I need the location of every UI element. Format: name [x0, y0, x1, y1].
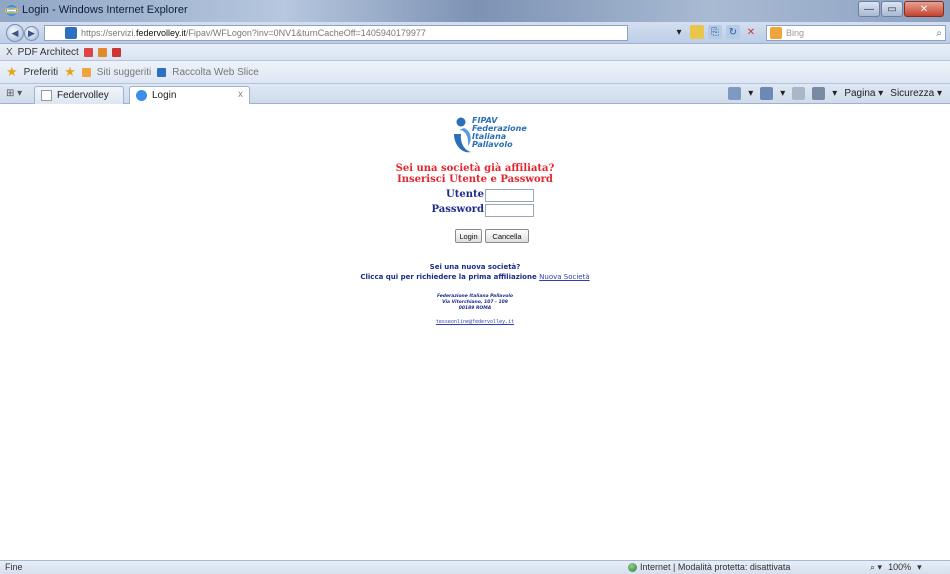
quick-tabs-icon[interactable]: ⊞ ▾	[6, 88, 22, 99]
new-society-instruction: Clicca qui per richiedere la prima affil…	[360, 273, 537, 281]
suggested-sites-icon	[81, 67, 91, 77]
compatibility-view-icon[interactable]: ⎘	[708, 25, 722, 39]
lock-icon[interactable]	[690, 25, 704, 39]
close-tab-icon[interactable]: x	[238, 89, 243, 100]
zoom-level: 100%	[888, 562, 912, 572]
blank-page-icon	[41, 90, 52, 101]
username-field[interactable]	[485, 189, 534, 202]
tab-federvolley[interactable]: Federvolley	[34, 86, 124, 104]
pdf-menu-icon[interactable]	[111, 47, 121, 57]
favorites-bar: ★ Preferiti ★ Siti suggeriti Raccolta We…	[0, 61, 950, 84]
feeds-icon[interactable]	[760, 87, 774, 100]
stop-icon[interactable]: ✕	[744, 25, 758, 39]
minimize-button[interactable]: —	[858, 1, 880, 17]
page-menu[interactable]: Pagina ▾	[844, 88, 883, 99]
search-input[interactable]: Bing ⌕	[766, 25, 946, 41]
page-content: FIPAV Federazione Italiana Pallavolo Sei…	[0, 105, 950, 560]
dropdown-arrow-icon[interactable]: ▾	[832, 88, 837, 99]
address-field[interactable]: https://servizi.federvolley.it/Fipav/WFL…	[44, 25, 628, 41]
internet-explorer-icon	[5, 5, 18, 16]
back-button[interactable]: ◀	[6, 24, 24, 42]
contact-email-link[interactable]: tesseonline@federvolley.it	[0, 319, 950, 325]
web-slice-gallery-link[interactable]: Raccolta Web Slice	[172, 67, 259, 78]
new-society-link[interactable]: Nuova Società	[539, 273, 589, 281]
search-icon[interactable]: ⌕	[936, 28, 942, 39]
favorites-star-icon[interactable]: ★	[6, 64, 18, 80]
favorites-button[interactable]: Preferiti	[24, 67, 58, 78]
dropdown-arrow-icon[interactable]: ▾	[748, 88, 753, 99]
login-button[interactable]: Login	[455, 229, 482, 243]
new-society-line: Clicca qui per richiedere la prima affil…	[0, 273, 950, 281]
tab-login[interactable]: Login x	[129, 86, 250, 104]
suggested-sites-link[interactable]: Siti suggeriti	[97, 67, 151, 78]
zoom-control[interactable]: ⌕ ▾ 100% ▾	[870, 562, 922, 573]
pdf-convert-icon[interactable]	[97, 47, 107, 57]
globe-icon	[628, 562, 637, 572]
search-placeholder: Bing	[786, 28, 805, 38]
print-icon[interactable]	[812, 87, 826, 100]
add-favorite-icon[interactable]: ★	[64, 64, 76, 80]
tab-strip: ⊞ ▾ Federvolley Login x ▾ ▾ ▾ Pagina ▾ S…	[0, 84, 950, 104]
status-bar: Fine Internet | Modalità protetta: disat…	[0, 560, 950, 574]
address-url[interactable]: https://servizi.federvolley.it/Fipav/WFL…	[81, 28, 426, 38]
close-window-button[interactable]: ✕	[904, 1, 944, 17]
forward-button[interactable]: ▶	[24, 26, 39, 41]
safety-menu[interactable]: Sicurezza ▾	[890, 88, 942, 99]
window-titlebar: Login - Windows Internet Explorer — ▭ ✕	[0, 0, 950, 22]
address-tools: ▾ ⎘ ↻ ✕	[672, 25, 758, 39]
federation-address: Federazione Italiana Pallavolo Via Vitor…	[437, 294, 513, 311]
fipav-logo-text: FIPAV Federazione Italiana Pallavolo	[472, 116, 527, 149]
security-zone[interactable]: Internet | Modalità protetta: disattivat…	[628, 562, 790, 572]
dropdown-arrow-icon[interactable]: ▾	[780, 88, 785, 99]
maximize-button[interactable]: ▭	[881, 1, 903, 17]
pdf-icon[interactable]	[83, 47, 93, 57]
refresh-icon[interactable]: ↻	[726, 25, 740, 39]
site-favicon-icon	[65, 27, 77, 39]
cancel-button[interactable]: Cancella	[485, 229, 529, 243]
zoom-icon: ⌕ ▾	[870, 562, 883, 572]
tab-label: Login	[152, 90, 177, 101]
login-instruction: Inserisci Utente e Password	[397, 174, 553, 185]
pdf-architect-label: PDF Architect	[17, 46, 79, 58]
dropdown-arrow-icon: ▾	[917, 562, 922, 572]
web-slice-icon	[157, 67, 167, 77]
command-bar: ▾ ▾ ▾ Pagina ▾ Sicurezza ▾	[728, 87, 942, 100]
home-icon[interactable]	[728, 87, 742, 100]
window-title: Login - Windows Internet Explorer	[22, 4, 188, 16]
pdf-architect-toolbar: X PDF Architect	[0, 44, 950, 61]
user-label: Utente	[446, 189, 484, 200]
status-text: Fine	[5, 562, 23, 572]
window-controls: — ▭ ✕	[858, 1, 944, 17]
bing-icon	[770, 27, 782, 39]
url-domain: federvolley.it	[136, 28, 186, 38]
mail-icon[interactable]	[792, 87, 806, 100]
tab-label: Federvolley	[57, 90, 109, 101]
dropdown-arrow-icon[interactable]: ▾	[672, 25, 686, 39]
close-toolbar-icon[interactable]: X	[6, 47, 13, 58]
password-label: Password	[431, 204, 484, 215]
affiliated-question: Sei una società già affiliata?	[395, 163, 555, 174]
address-toolbar: ◀ ▶ https://servizi.federvolley.it/Fipav…	[0, 22, 950, 44]
ie-page-icon	[136, 90, 147, 101]
new-society-question: Sei una nuova società?	[429, 263, 521, 271]
password-field[interactable]	[485, 204, 534, 217]
